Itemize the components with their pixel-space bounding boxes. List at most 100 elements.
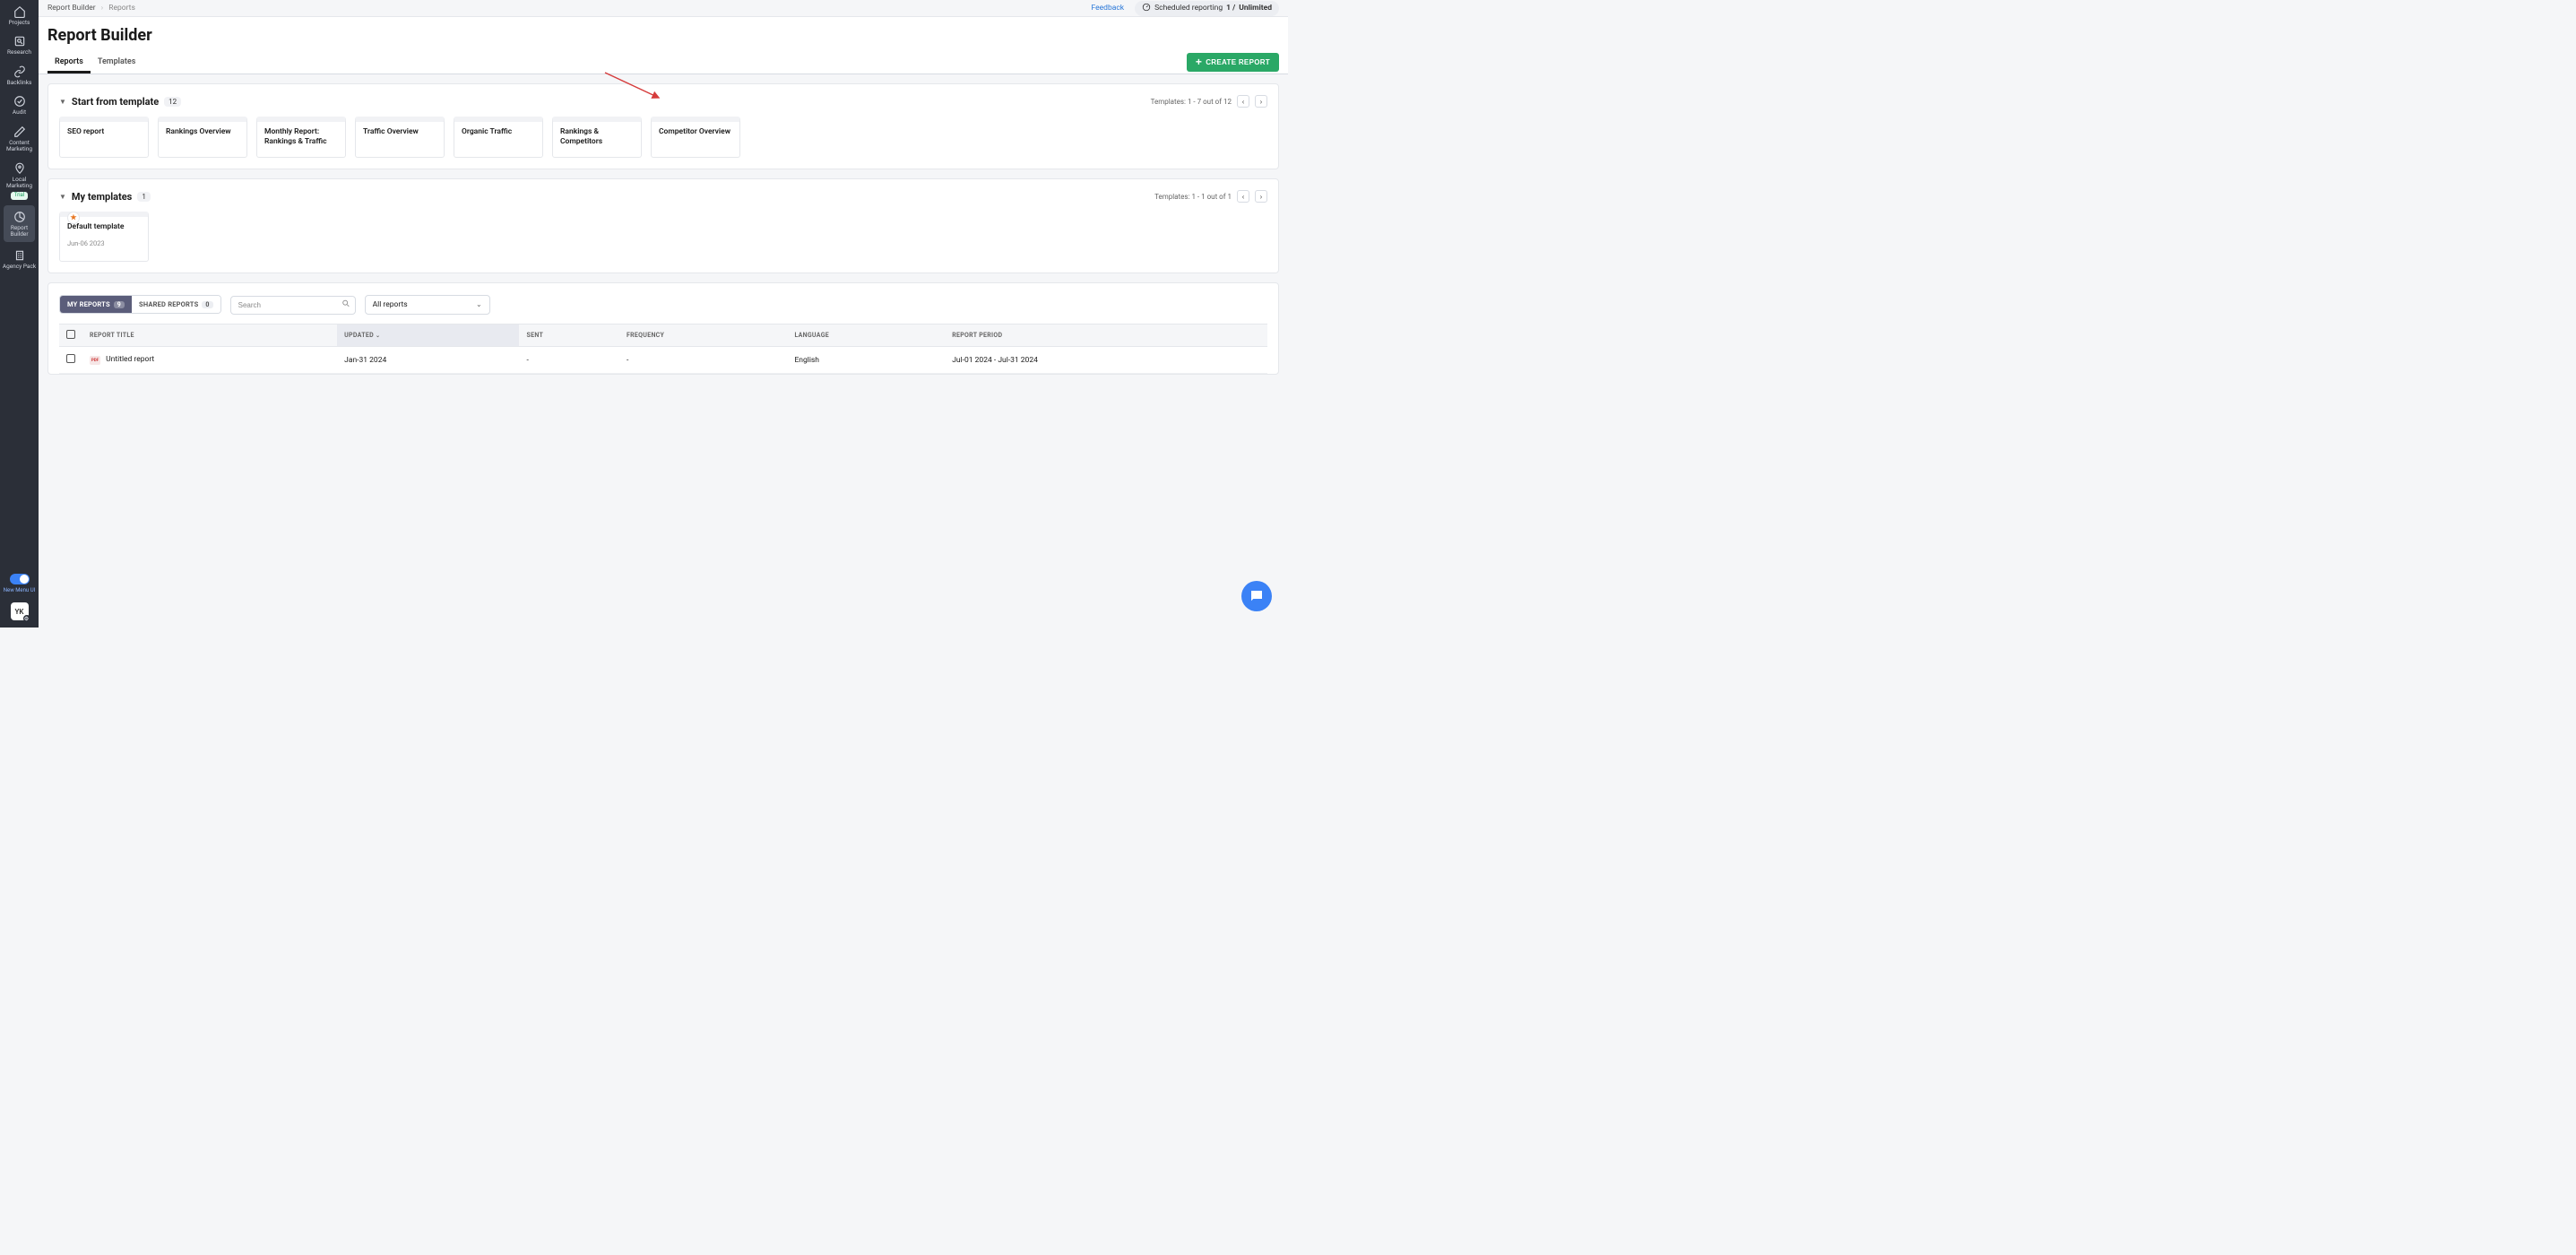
nav-projects[interactable]: Projects bbox=[0, 0, 39, 30]
dropdown-value: All reports bbox=[373, 300, 408, 309]
report-language: English bbox=[787, 347, 945, 374]
avatar[interactable]: YK ⚙ bbox=[11, 602, 29, 620]
link-icon bbox=[13, 65, 26, 78]
nav-label: Agency Pack bbox=[3, 264, 36, 270]
search-icon bbox=[341, 299, 350, 310]
table-row[interactable]: PDF Untitled report Jan-31 2024 - - Engl… bbox=[59, 347, 1267, 374]
tab-templates[interactable]: Templates bbox=[91, 50, 143, 74]
gauge-icon bbox=[1142, 3, 1151, 14]
start-from-template-panel: ▼ Start from template 12 Templates: 1 - … bbox=[48, 83, 1279, 169]
sidebar: Projects Research Backlinks Audit Conten… bbox=[0, 0, 39, 628]
check-circle-icon bbox=[13, 95, 26, 108]
next-button[interactable]: › bbox=[1255, 190, 1267, 203]
scheduled-limit: Unlimited bbox=[1239, 4, 1272, 13]
report-frequency: - bbox=[619, 347, 787, 374]
create-label: CREATE REPORT bbox=[1206, 58, 1270, 66]
pin-icon bbox=[13, 162, 26, 175]
shared-reports-label: SHARED REPORTS bbox=[139, 300, 198, 308]
select-all-checkbox[interactable] bbox=[66, 330, 75, 339]
col-language[interactable]: LANGUAGE bbox=[787, 325, 945, 347]
template-card[interactable]: Monthly Report: Rankings & Traffic bbox=[256, 117, 346, 158]
count-badge: 12 bbox=[164, 97, 181, 107]
my-templates-panel: ▼ My templates 1 Templates: 1 - 1 out of… bbox=[48, 178, 1279, 273]
avatar-initials: YK bbox=[15, 608, 24, 616]
col-frequency[interactable]: FREQUENCY bbox=[619, 325, 787, 347]
shared-reports-tab[interactable]: SHARED REPORTS 0 bbox=[132, 296, 220, 313]
tab-reports[interactable]: Reports bbox=[48, 50, 91, 74]
template-card[interactable]: SEO report bbox=[59, 117, 149, 158]
report-period: Jul-01 2024 - Jul-31 2024 bbox=[945, 347, 1267, 374]
topbar: Report Builder › Reports Feedback Schedu… bbox=[39, 0, 1288, 16]
caret-down-icon[interactable]: ▼ bbox=[59, 98, 66, 106]
panel-title: Start from template bbox=[72, 96, 159, 108]
chevron-down-icon: ⌄ bbox=[476, 300, 482, 308]
next-button[interactable]: › bbox=[1255, 95, 1267, 108]
nav-research[interactable]: Research bbox=[0, 30, 39, 59]
col-title[interactable]: REPORT TITLE bbox=[82, 325, 337, 347]
sort-desc-icon: ⌄ bbox=[376, 333, 380, 339]
my-reports-count: 9 bbox=[114, 301, 125, 308]
template-range: Templates: 1 - 1 out of 1 bbox=[1154, 193, 1232, 201]
count-badge: 1 bbox=[137, 192, 151, 202]
all-reports-dropdown[interactable]: All reports ⌄ bbox=[365, 295, 490, 315]
breadcrumb: Report Builder › Reports bbox=[48, 4, 135, 13]
nav-label: Report Builder bbox=[4, 225, 35, 238]
panel-title: My templates bbox=[72, 191, 132, 203]
col-sent[interactable]: SENT bbox=[519, 325, 619, 347]
search-input[interactable] bbox=[230, 296, 356, 315]
pie-chart-icon bbox=[13, 211, 26, 223]
reports-panel: MY REPORTS 9 SHARED REPORTS 0 bbox=[48, 282, 1279, 375]
pdf-icon: PDF bbox=[90, 356, 100, 365]
report-sent: - bbox=[519, 347, 619, 374]
chat-icon bbox=[1249, 588, 1265, 604]
breadcrumb-root[interactable]: Report Builder bbox=[48, 4, 96, 13]
tabs-row: Reports Templates + CREATE REPORT bbox=[39, 50, 1288, 74]
nav-report-builder[interactable]: Report Builder bbox=[4, 205, 35, 242]
nav-agency-pack[interactable]: Agency Pack bbox=[0, 244, 39, 273]
nav-content-marketing[interactable]: Content Marketing bbox=[0, 120, 39, 157]
reports-segmented: MY REPORTS 9 SHARED REPORTS 0 bbox=[59, 295, 221, 314]
my-template-title: Default template bbox=[67, 222, 141, 232]
my-reports-tab[interactable]: MY REPORTS 9 bbox=[60, 296, 132, 313]
scheduled-count: 1 / bbox=[1226, 4, 1235, 13]
col-period[interactable]: REPORT PERIOD bbox=[945, 325, 1267, 347]
my-template-card[interactable]: ★ Default template Jun-06 2023 bbox=[59, 212, 149, 262]
template-card[interactable]: Rankings Overview bbox=[158, 117, 247, 158]
caret-down-icon[interactable]: ▼ bbox=[59, 193, 66, 201]
report-title[interactable]: Untitled report bbox=[106, 355, 154, 364]
feedback-link[interactable]: Feedback bbox=[1092, 4, 1125, 13]
nav-local-marketing[interactable]: Local Marketing Trial bbox=[0, 157, 39, 203]
main: Report Builder › Reports Feedback Schedu… bbox=[39, 0, 1288, 628]
template-card[interactable]: Competitor Overview bbox=[651, 117, 740, 158]
template-card[interactable]: Organic Traffic bbox=[454, 117, 543, 158]
col-updated[interactable]: UPDATED⌄ bbox=[337, 325, 519, 347]
trial-badge: Trial bbox=[11, 192, 29, 200]
scheduled-reporting-pill[interactable]: Scheduled reporting 1 / Unlimited bbox=[1135, 1, 1279, 16]
chat-fab[interactable] bbox=[1241, 581, 1272, 611]
create-report-button[interactable]: + CREATE REPORT bbox=[1187, 53, 1279, 72]
new-menu-toggle[interactable] bbox=[10, 574, 30, 584]
nav-label: Local Marketing bbox=[0, 177, 39, 190]
nav-audit[interactable]: Audit bbox=[0, 90, 39, 119]
nav-label: Projects bbox=[9, 20, 30, 26]
pencil-icon bbox=[13, 126, 26, 138]
report-updated: Jan-31 2024 bbox=[337, 347, 519, 374]
my-template-date: Jun-06 2023 bbox=[67, 239, 141, 247]
nav-label: Content Marketing bbox=[0, 140, 39, 153]
prev-button[interactable]: ‹ bbox=[1237, 95, 1249, 108]
scheduled-label: Scheduled reporting bbox=[1154, 4, 1223, 13]
prev-button[interactable]: ‹ bbox=[1237, 190, 1249, 203]
nav-label: Audit bbox=[13, 109, 26, 116]
nav-backlinks[interactable]: Backlinks bbox=[0, 60, 39, 90]
row-checkbox[interactable] bbox=[66, 354, 75, 363]
home-icon bbox=[13, 5, 26, 18]
nav-label: Backlinks bbox=[7, 80, 32, 86]
chevron-right-icon: › bbox=[101, 4, 104, 13]
page-title: Report Builder bbox=[39, 17, 1288, 50]
shared-reports-count: 0 bbox=[202, 301, 212, 308]
breadcrumb-current: Reports bbox=[108, 4, 135, 13]
template-card[interactable]: Traffic Overview bbox=[355, 117, 445, 158]
search-doc-icon bbox=[13, 35, 26, 48]
template-range: Templates: 1 - 7 out of 12 bbox=[1151, 98, 1232, 106]
template-card[interactable]: Rankings & Competitors bbox=[552, 117, 642, 158]
